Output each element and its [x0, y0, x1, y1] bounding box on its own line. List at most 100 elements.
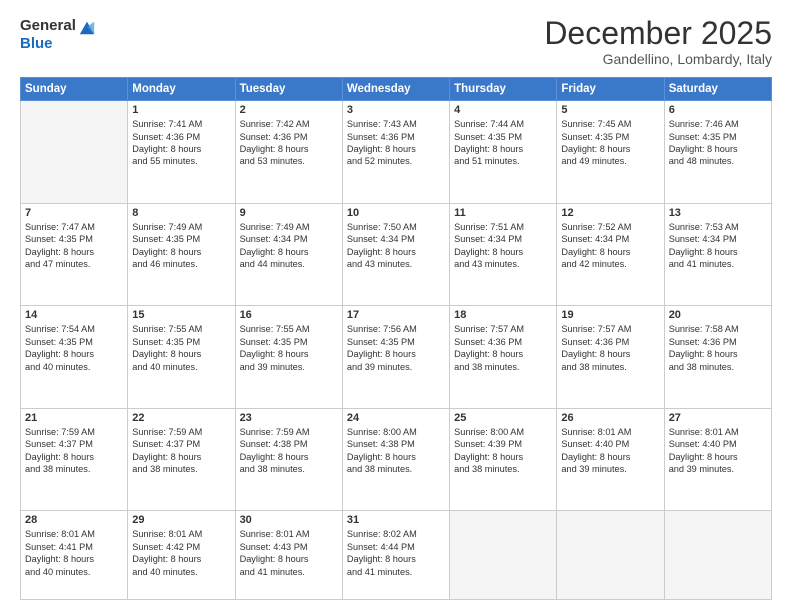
table-row: 24Sunrise: 8:00 AMSunset: 4:38 PMDayligh… — [342, 408, 449, 511]
col-tuesday: Tuesday — [235, 78, 342, 101]
cell-text: Sunrise: 7:57 AMSunset: 4:36 PMDaylight:… — [561, 323, 659, 373]
day-number: 4 — [454, 104, 552, 116]
cell-text: Sunrise: 8:00 AMSunset: 4:38 PMDaylight:… — [347, 426, 445, 476]
col-monday: Monday — [128, 78, 235, 101]
table-row: 1 Sunrise: 7:41 AMSunset: 4:36 PMDaylight… — [128, 101, 235, 204]
day-number: 7 — [25, 207, 123, 219]
cell-text: Sunrise: 7:41 AMSunset: 4:36 PMDaylight:… — [132, 118, 230, 168]
day-number: 23 — [240, 412, 338, 424]
col-friday: Friday — [557, 78, 664, 101]
logo-blue-text: Blue — [20, 36, 96, 53]
col-sunday: Sunday — [21, 78, 128, 101]
table-row: 7 Sunrise: 7:47 AMSunset: 4:35 PMDaylight… — [21, 203, 128, 306]
day-number: 6 — [669, 104, 767, 116]
cell-text: Sunrise: 7:49 AMSunset: 4:35 PMDaylight:… — [132, 221, 230, 271]
day-number: 16 — [240, 309, 338, 321]
title-area: December 2025 Gandellino, Lombardy, Ital… — [544, 16, 772, 67]
table-row: 21Sunrise: 7:59 AMSunset: 4:37 PMDayligh… — [21, 408, 128, 511]
table-row: 2 Sunrise: 7:42 AMSunset: 4:36 PMDaylight… — [235, 101, 342, 204]
cell-text: Sunrise: 7:51 AMSunset: 4:34 PMDaylight:… — [454, 221, 552, 271]
table-row: 18Sunrise: 7:57 AMSunset: 4:36 PMDayligh… — [450, 306, 557, 409]
table-row — [557, 511, 664, 600]
cell-text: Sunrise: 8:02 AMSunset: 4:44 PMDaylight:… — [347, 528, 445, 578]
day-number: 18 — [454, 309, 552, 321]
header: General Blue December 2025 Gandellino, L… — [20, 16, 772, 67]
table-row: 29 Sunrise: 8:01 AMSunset: 4:42 PMDayligh… — [128, 511, 235, 600]
cell-text: Sunrise: 7:58 AMSunset: 4:36 PMDaylight:… — [669, 323, 767, 373]
table-row: 31 Sunrise: 8:02 AMSunset: 4:44 PMDayligh… — [342, 511, 449, 600]
day-number: 20 — [669, 309, 767, 321]
table-row: 25 Sunrise: 8:00 AMSunset: 4:39 PMDayligh… — [450, 408, 557, 511]
table-row — [450, 511, 557, 600]
page: General Blue December 2025 Gandellino, L… — [0, 0, 792, 612]
cell-text: Sunrise: 8:00 AMSunset: 4:39 PMDaylight:… — [454, 426, 552, 476]
calendar-table: Sunday Monday Tuesday Wednesday Thursday… — [20, 77, 772, 600]
table-row: 3 Sunrise: 7:43 AMSunset: 4:36 PMDaylight… — [342, 101, 449, 204]
table-row: 8 Sunrise: 7:49 AMSunset: 4:35 PMDaylight… — [128, 203, 235, 306]
month-title: December 2025 — [544, 16, 772, 51]
cell-text: Sunrise: 7:47 AMSunset: 4:35 PMDaylight:… — [25, 221, 123, 271]
cell-text: Sunrise: 8:01 AMSunset: 4:41 PMDaylight:… — [25, 528, 123, 578]
table-row: 6 Sunrise: 7:46 AMSunset: 4:35 PMDaylight… — [664, 101, 771, 204]
day-number: 19 — [561, 309, 659, 321]
table-row: 19 Sunrise: 7:57 AMSunset: 4:36 PMDayligh… — [557, 306, 664, 409]
table-row: 20 Sunrise: 7:58 AMSunset: 4:36 PMDayligh… — [664, 306, 771, 409]
table-row: 28 Sunrise: 8:01 AMSunset: 4:41 PMDayligh… — [21, 511, 128, 600]
day-number: 27 — [669, 412, 767, 424]
cell-text: Sunrise: 7:56 AMSunset: 4:35 PMDaylight:… — [347, 323, 445, 373]
table-row: 10Sunrise: 7:50 AMSunset: 4:34 PMDayligh… — [342, 203, 449, 306]
week-row-1: 7 Sunrise: 7:47 AMSunset: 4:35 PMDaylight… — [21, 203, 772, 306]
col-wednesday: Wednesday — [342, 78, 449, 101]
cell-text: Sunrise: 8:01 AMSunset: 4:40 PMDaylight:… — [669, 426, 767, 476]
cell-text: Sunrise: 7:49 AMSunset: 4:34 PMDaylight:… — [240, 221, 338, 271]
location: Gandellino, Lombardy, Italy — [544, 51, 772, 67]
table-row: 23 Sunrise: 7:59 AMSunset: 4:38 PMDayligh… — [235, 408, 342, 511]
cell-text: Sunrise: 7:55 AMSunset: 4:35 PMDaylight:… — [132, 323, 230, 373]
day-number: 26 — [561, 412, 659, 424]
cell-text: Sunrise: 8:01 AMSunset: 4:42 PMDaylight:… — [132, 528, 230, 578]
day-number: 13 — [669, 207, 767, 219]
col-saturday: Saturday — [664, 78, 771, 101]
table-row: 16 Sunrise: 7:55 AMSunset: 4:35 PMDayligh… — [235, 306, 342, 409]
day-number: 29 — [132, 514, 230, 526]
cell-text: Sunrise: 7:59 AMSunset: 4:37 PMDaylight:… — [132, 426, 230, 476]
table-row: 15 Sunrise: 7:55 AMSunset: 4:35 PMDayligh… — [128, 306, 235, 409]
table-row: 9Sunrise: 7:49 AMSunset: 4:34 PMDaylight… — [235, 203, 342, 306]
cell-text: Sunrise: 7:53 AMSunset: 4:34 PMDaylight:… — [669, 221, 767, 271]
day-number: 12 — [561, 207, 659, 219]
cell-text: Sunrise: 7:59 AMSunset: 4:37 PMDaylight:… — [25, 426, 123, 476]
table-row: 22Sunrise: 7:59 AMSunset: 4:37 PMDayligh… — [128, 408, 235, 511]
day-number: 28 — [25, 514, 123, 526]
logo-text: General Blue — [20, 16, 96, 53]
cell-text: Sunrise: 7:55 AMSunset: 4:35 PMDaylight:… — [240, 323, 338, 373]
logo-icon — [78, 18, 96, 36]
day-number: 5 — [561, 104, 659, 116]
week-row-3: 21Sunrise: 7:59 AMSunset: 4:37 PMDayligh… — [21, 408, 772, 511]
day-number: 10 — [347, 207, 445, 219]
table-row: 5 Sunrise: 7:45 AMSunset: 4:35 PMDaylight… — [557, 101, 664, 204]
cell-text: Sunrise: 7:46 AMSunset: 4:35 PMDaylight:… — [669, 118, 767, 168]
table-row: 13 Sunrise: 7:53 AMSunset: 4:34 PMDayligh… — [664, 203, 771, 306]
table-row: 4 Sunrise: 7:44 AMSunset: 4:35 PMDaylight… — [450, 101, 557, 204]
day-number: 15 — [132, 309, 230, 321]
logo-general-text: General — [20, 18, 76, 35]
cell-text: Sunrise: 7:52 AMSunset: 4:34 PMDaylight:… — [561, 221, 659, 271]
cell-text: Sunrise: 7:42 AMSunset: 4:36 PMDaylight:… — [240, 118, 338, 168]
day-number: 2 — [240, 104, 338, 116]
day-number: 25 — [454, 412, 552, 424]
cell-text: Sunrise: 7:45 AMSunset: 4:35 PMDaylight:… — [561, 118, 659, 168]
day-number: 1 — [132, 104, 230, 116]
cell-text: Sunrise: 8:01 AMSunset: 4:40 PMDaylight:… — [561, 426, 659, 476]
col-thursday: Thursday — [450, 78, 557, 101]
day-number: 8 — [132, 207, 230, 219]
cell-text: Sunrise: 7:43 AMSunset: 4:36 PMDaylight:… — [347, 118, 445, 168]
cell-text: Sunrise: 7:59 AMSunset: 4:38 PMDaylight:… — [240, 426, 338, 476]
table-row: 27 Sunrise: 8:01 AMSunset: 4:40 PMDayligh… — [664, 408, 771, 511]
day-number: 31 — [347, 514, 445, 526]
cell-text: Sunrise: 7:44 AMSunset: 4:35 PMDaylight:… — [454, 118, 552, 168]
table-row — [664, 511, 771, 600]
header-row: Sunday Monday Tuesday Wednesday Thursday… — [21, 78, 772, 101]
cell-text: Sunrise: 8:01 AMSunset: 4:43 PMDaylight:… — [240, 528, 338, 578]
logo: General Blue — [20, 16, 96, 53]
day-number: 3 — [347, 104, 445, 116]
